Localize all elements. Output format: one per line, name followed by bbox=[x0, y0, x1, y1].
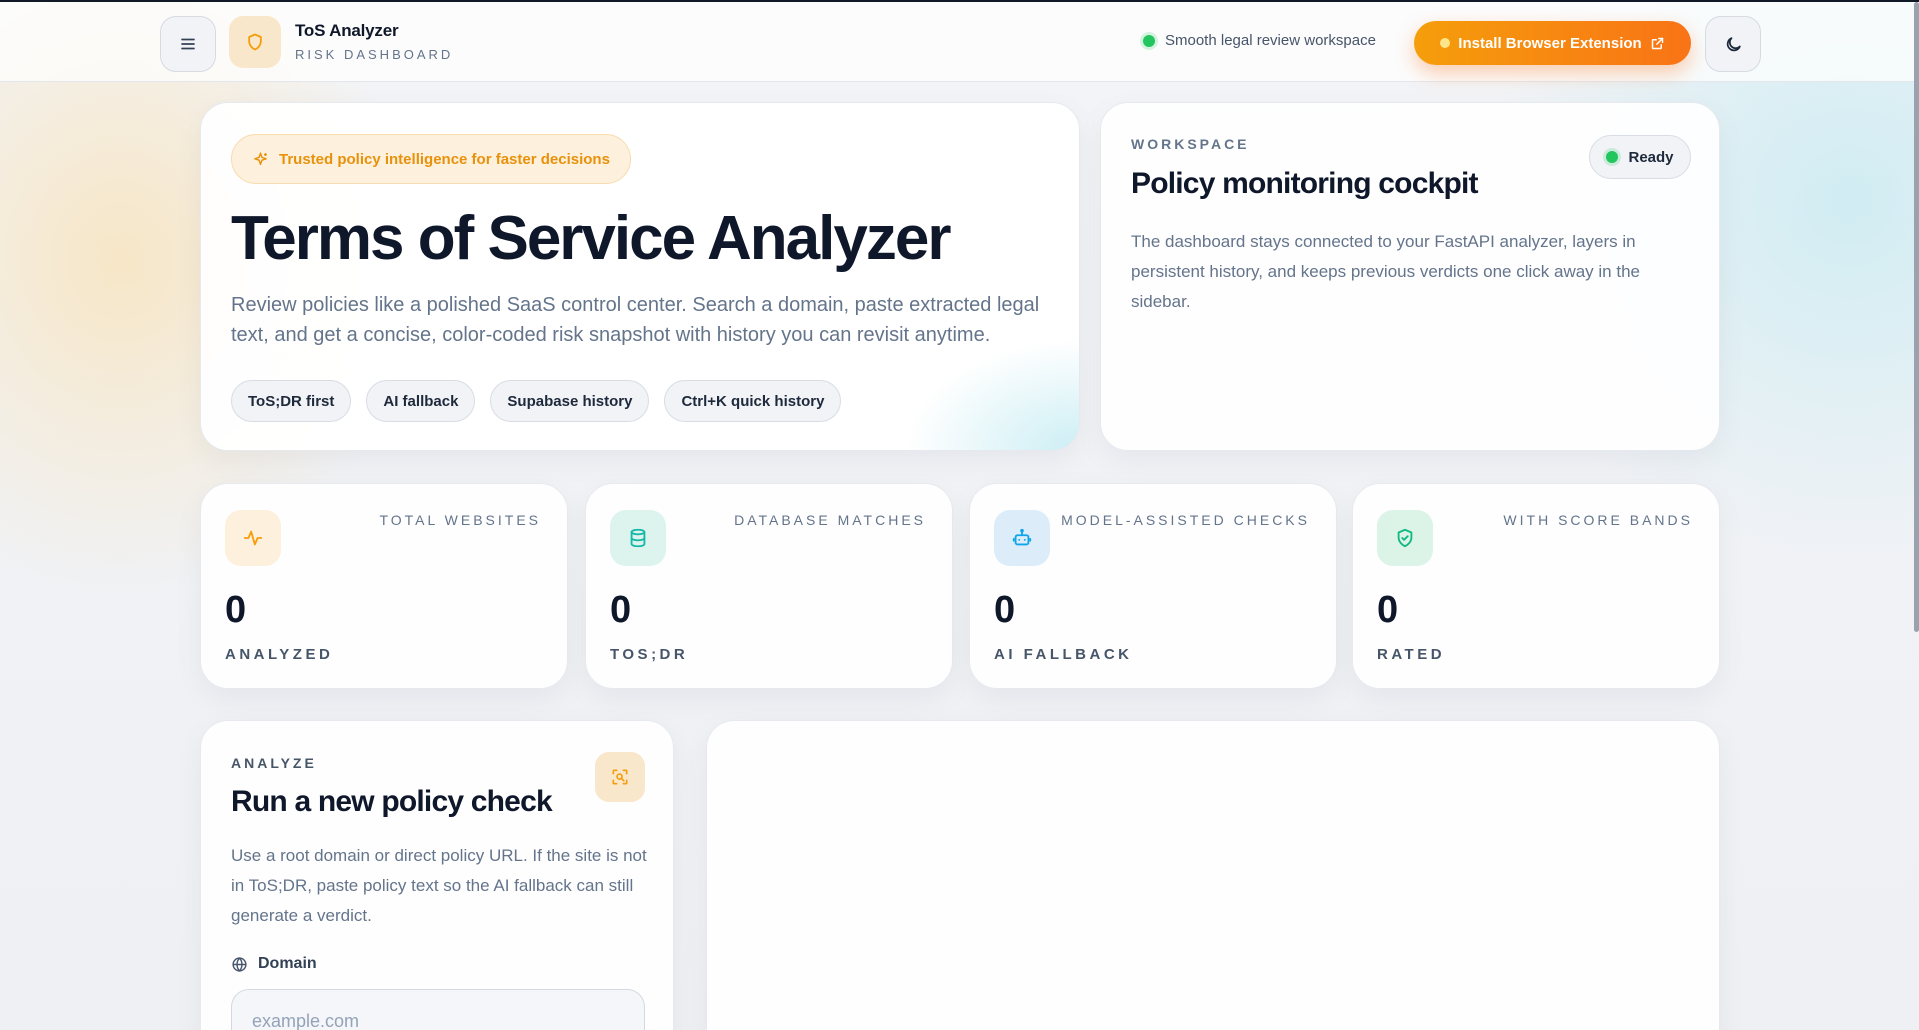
install-extension-button[interactable]: Install Browser Extension bbox=[1414, 21, 1691, 65]
stat-label: MODEL-ASSISTED CHECKS bbox=[1061, 512, 1310, 528]
analyze-title: Run a new policy check bbox=[231, 785, 553, 818]
stat-value: 0 bbox=[1377, 589, 1399, 631]
moon-icon bbox=[1726, 36, 1741, 51]
stat-sub: ANALYZED bbox=[225, 646, 334, 663]
stat-value: 0 bbox=[610, 589, 632, 631]
stat-label: DATABASE MATCHES bbox=[734, 512, 926, 528]
stat-icon-box bbox=[610, 510, 666, 566]
shield-icon bbox=[248, 33, 262, 51]
hero-card: Trusted policy intelligence for faster d… bbox=[200, 102, 1080, 451]
hero-description: Review policies like a polished SaaS con… bbox=[231, 294, 1040, 346]
bot-icon bbox=[1012, 528, 1032, 546]
stat-sub: RATED bbox=[1377, 646, 1446, 663]
chip-ai-fallback: AI fallback bbox=[366, 380, 476, 422]
chip-tosdr-first: ToS;DR first bbox=[231, 380, 352, 422]
ready-dot-icon bbox=[1606, 151, 1619, 163]
stat-sub: AI FALLBACK bbox=[994, 646, 1133, 663]
workspace-status: Smooth legal review workspace bbox=[1143, 32, 1376, 49]
shield-check-icon bbox=[1397, 528, 1413, 548]
extension-dot-icon bbox=[1440, 38, 1451, 48]
feature-chips: ToS;DR first AI fallback Supabase histor… bbox=[231, 380, 842, 422]
stat-value: 0 bbox=[994, 589, 1016, 631]
hero-badge-text: Trusted policy intelligence for faster d… bbox=[279, 150, 610, 168]
domain-input[interactable] bbox=[231, 989, 645, 1030]
stat-value: 0 bbox=[225, 589, 247, 631]
stat-card-model-assisted: MODEL-ASSISTED CHECKS 0 AI FALLBACK bbox=[969, 483, 1337, 689]
scan-search-icon bbox=[612, 769, 628, 785]
brand-title: ToS Analyzer bbox=[295, 21, 399, 40]
status-dot-icon bbox=[1143, 34, 1155, 47]
hero-badge: Trusted policy intelligence for faster d… bbox=[231, 134, 631, 184]
domain-label-text: Domain bbox=[258, 955, 317, 972]
brand-subtitle: RISK DASHBOARD bbox=[295, 47, 454, 62]
sparkles-icon bbox=[254, 151, 267, 165]
external-link-icon bbox=[1651, 37, 1663, 49]
menu-button[interactable] bbox=[160, 16, 216, 72]
activity-icon bbox=[243, 530, 263, 546]
ready-text: Ready bbox=[1628, 148, 1674, 166]
scan-button[interactable] bbox=[595, 752, 645, 802]
chip-quick-history: Ctrl+K quick history bbox=[664, 380, 842, 422]
stat-label: TOTAL WEBSITES bbox=[379, 512, 541, 528]
domain-label: Domain bbox=[231, 955, 317, 973]
stat-icon-box bbox=[994, 510, 1050, 566]
page-scrollbar[interactable] bbox=[1914, 2, 1919, 632]
hero-title: Terms of Service Analyzer bbox=[231, 204, 951, 273]
stat-card-score-bands: WITH SCORE BANDS 0 RATED bbox=[1352, 483, 1720, 689]
globe-icon bbox=[232, 956, 247, 972]
top-header: ToS Analyzer RISK DASHBOARD Smooth legal… bbox=[0, 2, 1919, 82]
workspace-title: Policy monitoring cockpit bbox=[1131, 167, 1479, 200]
analyze-card: ANALYZE Run a new policy check Use a roo… bbox=[200, 720, 674, 1030]
theme-toggle-button[interactable] bbox=[1705, 16, 1761, 72]
ready-badge: Ready bbox=[1589, 135, 1691, 179]
workspace-label: WORKSPACE bbox=[1131, 136, 1250, 152]
workspace-description: The dashboard stays connected to your Fa… bbox=[1131, 232, 1640, 311]
menu-icon bbox=[181, 38, 195, 50]
brand-logo bbox=[229, 16, 281, 68]
workspace-card: WORKSPACE Policy monitoring cockpit Read… bbox=[1100, 102, 1720, 451]
stat-card-database-matches: DATABASE MATCHES 0 TOS;DR bbox=[585, 483, 953, 689]
status-text: Smooth legal review workspace bbox=[1165, 32, 1376, 49]
chip-supabase-history: Supabase history bbox=[490, 380, 650, 422]
stat-icon-box bbox=[225, 510, 281, 566]
stat-icon-box bbox=[1377, 510, 1433, 566]
stat-card-total-websites: TOTAL WEBSITES 0 ANALYZED bbox=[200, 483, 568, 689]
stat-label: WITH SCORE BANDS bbox=[1503, 512, 1693, 528]
analyze-description: Use a root domain or direct policy URL. … bbox=[231, 846, 647, 925]
results-panel bbox=[706, 720, 1720, 1030]
database-icon bbox=[630, 528, 646, 548]
stat-sub: TOS;DR bbox=[610, 646, 689, 663]
install-extension-label: Install Browser Extension bbox=[1458, 34, 1642, 52]
analyze-label: ANALYZE bbox=[231, 755, 317, 771]
window-top-border bbox=[0, 0, 1919, 2]
